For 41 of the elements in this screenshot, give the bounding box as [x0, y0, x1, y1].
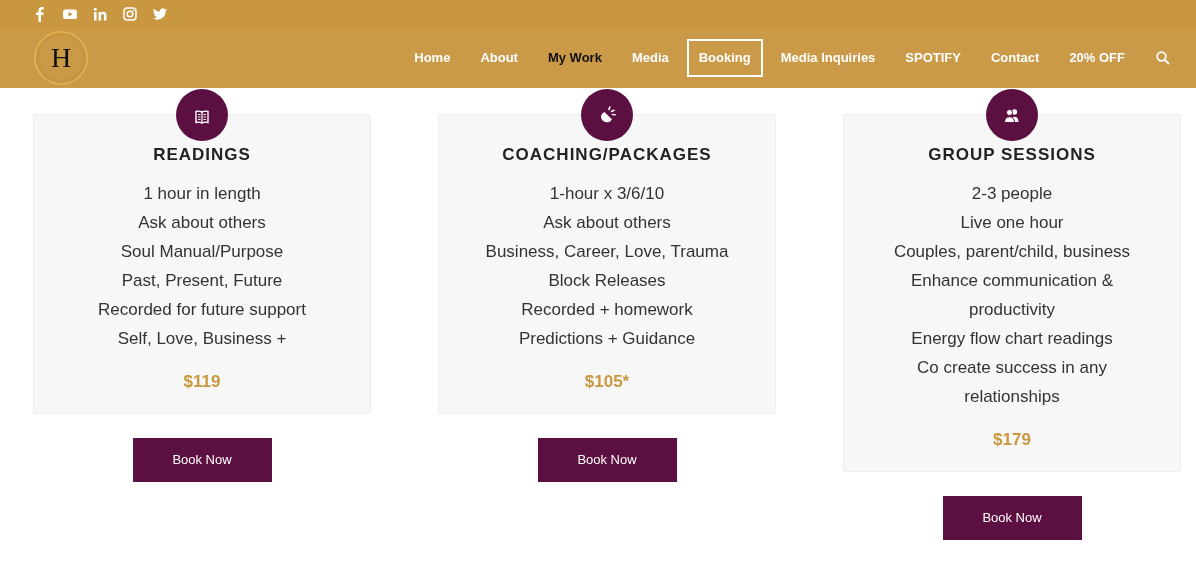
feature-text: Ask about others — [137, 212, 267, 235]
nav-link[interactable]: Media — [619, 39, 681, 77]
feature-text: Block Releases — [547, 270, 667, 293]
nav-link[interactable]: About — [468, 39, 530, 77]
price-text: $119 — [182, 371, 222, 394]
feature-text: Couples, parent/child, business — [892, 241, 1132, 264]
booking-button[interactable]: Booking — [686, 39, 763, 77]
feature-text: 1-hour x 3/6/10 — [548, 183, 666, 206]
book-now-button[interactable]: Book Now — [942, 495, 1082, 540]
price-text: $105* — [583, 371, 631, 394]
feature-text: Recorded for future support — [97, 299, 307, 322]
search-icon[interactable] — [1156, 51, 1170, 65]
feature-text: Enhance communication & productivity — [909, 270, 1115, 322]
offer-title: GROUP SESSIONS — [927, 145, 1097, 166]
feature-text: Business, Career, Love, Trauma — [484, 241, 730, 264]
feature-text: Energy flow chart readings — [910, 328, 1114, 351]
price-text: $179 — [992, 429, 1032, 452]
feature-text: Predictions + Guidance — [517, 328, 697, 351]
logo[interactable]: H — [34, 31, 88, 85]
feature-text: Ask about others — [542, 212, 672, 235]
feature-text: Recorded + homework — [520, 299, 694, 322]
nav-link[interactable]: My Work — [535, 39, 614, 77]
nav-link[interactable]: Contact — [979, 39, 1052, 77]
nav-link[interactable]: Media Inquiries — [768, 39, 888, 77]
book-now-button[interactable]: Book Now — [132, 437, 272, 482]
feature-text: Co create success in any relationships — [916, 357, 1108, 409]
nav-link[interactable]: 20% OFF — [1057, 39, 1137, 77]
feature-text: Soul Manual/Purpose — [119, 241, 285, 264]
feature-text: 2-3 people — [970, 183, 1054, 206]
offer-title: COACHING/PACKAGES — [501, 145, 713, 166]
book-now-button[interactable]: Book Now — [537, 437, 677, 482]
feature-text: Self, Love, Business + — [116, 328, 288, 351]
social-linkedin-icon[interactable] — [92, 6, 108, 22]
nav-link[interactable]: Home — [402, 39, 463, 77]
social-instagram-icon[interactable] — [122, 6, 138, 22]
feature-text: 1 hour in length — [142, 183, 262, 206]
offer-title: READINGS — [152, 145, 252, 166]
social-twitter-icon[interactable] — [152, 6, 168, 22]
feature-text: Live one hour — [959, 212, 1065, 235]
feature-text: Past, Present, Future — [120, 270, 284, 293]
nav-link[interactable]: SPOTIFY — [893, 39, 973, 77]
